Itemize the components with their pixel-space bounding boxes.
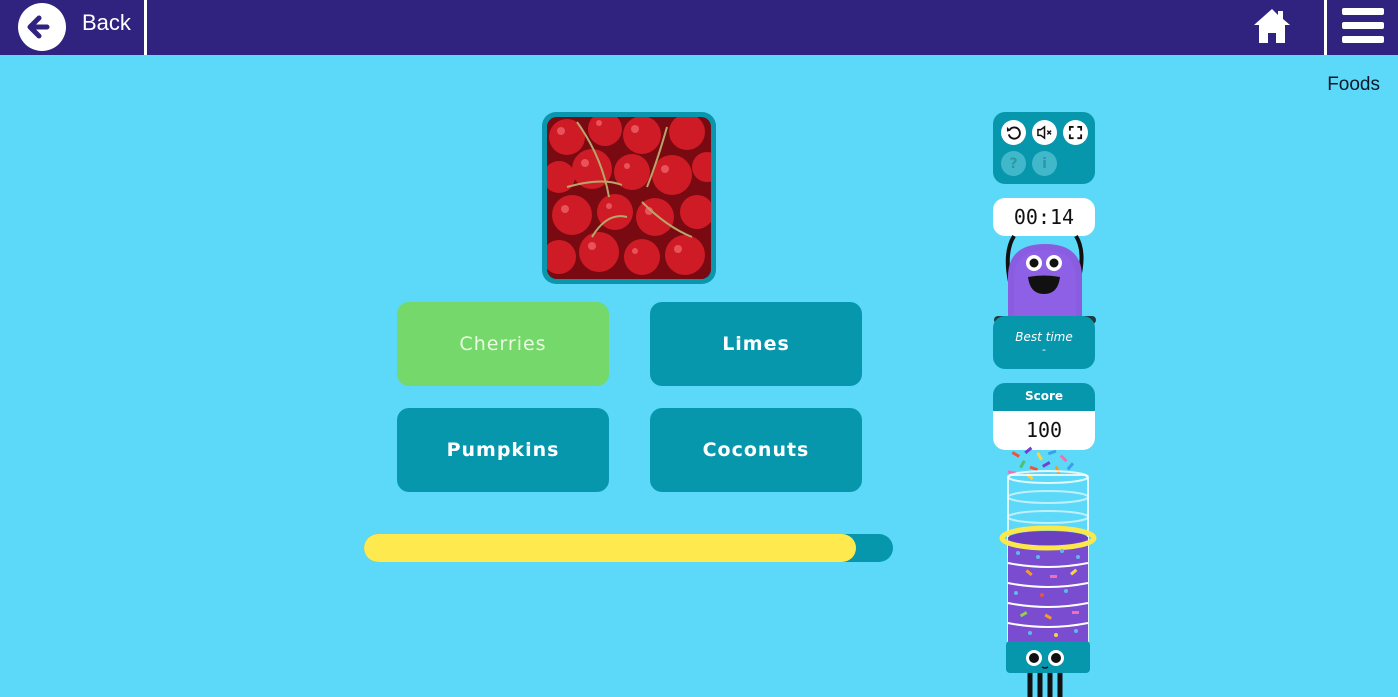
back-label: Back <box>82 10 131 35</box>
restart-icon <box>1006 126 1021 140</box>
timer-value: 00:14 <box>1013 205 1075 229</box>
info-icon: i <box>1042 155 1047 172</box>
divider <box>144 0 147 55</box>
answer-button-coconuts[interactable]: Coconuts <box>650 408 862 492</box>
answer-button-cherries[interactable]: Cherries <box>397 302 609 386</box>
mute-button[interactable] <box>1032 120 1057 145</box>
time-progress-bar <box>364 534 893 562</box>
restart-button[interactable] <box>1001 120 1026 145</box>
answer-label: Pumpkins <box>446 439 560 461</box>
back-button[interactable]: Back <box>0 0 145 55</box>
best-time-panel: Best time - <box>993 316 1095 369</box>
answer-label: Coconuts <box>702 439 810 461</box>
mute-icon <box>1037 125 1052 140</box>
menu-button[interactable] <box>1336 4 1388 48</box>
arrow-left-icon <box>18 3 66 51</box>
timer-display: 00:14 <box>993 198 1095 236</box>
hamburger-menu-icon <box>1342 8 1384 15</box>
question-image-frame <box>542 112 716 284</box>
category-label: Foods <box>1327 74 1380 95</box>
cherries-image <box>547 117 711 279</box>
info-button: i <box>1032 151 1057 176</box>
answer-label: Limes <box>722 333 790 355</box>
best-time-label: Best time <box>1015 330 1073 344</box>
sprinkle-jar-character <box>999 446 1097 697</box>
game-controls-panel: ? i <box>993 112 1095 184</box>
answer-button-pumpkins[interactable]: Pumpkins <box>397 408 609 492</box>
top-bar: Back <box>0 0 1398 55</box>
score-panel: Score 100 <box>993 383 1095 450</box>
help-icon: ? <box>1009 155 1018 172</box>
answer-button-limes[interactable]: Limes <box>650 302 862 386</box>
fullscreen-button[interactable] <box>1063 120 1088 145</box>
home-icon <box>1254 9 1290 43</box>
answer-label: Cherries <box>459 333 547 355</box>
home-button[interactable] <box>1250 5 1294 47</box>
mascot-character <box>994 234 1096 324</box>
time-progress-fill <box>364 534 856 562</box>
score-label: Score <box>1024 389 1064 403</box>
fullscreen-icon <box>1068 125 1083 140</box>
best-time-value: - <box>1042 343 1046 356</box>
help-button: ? <box>1001 151 1026 176</box>
divider <box>1324 0 1327 55</box>
